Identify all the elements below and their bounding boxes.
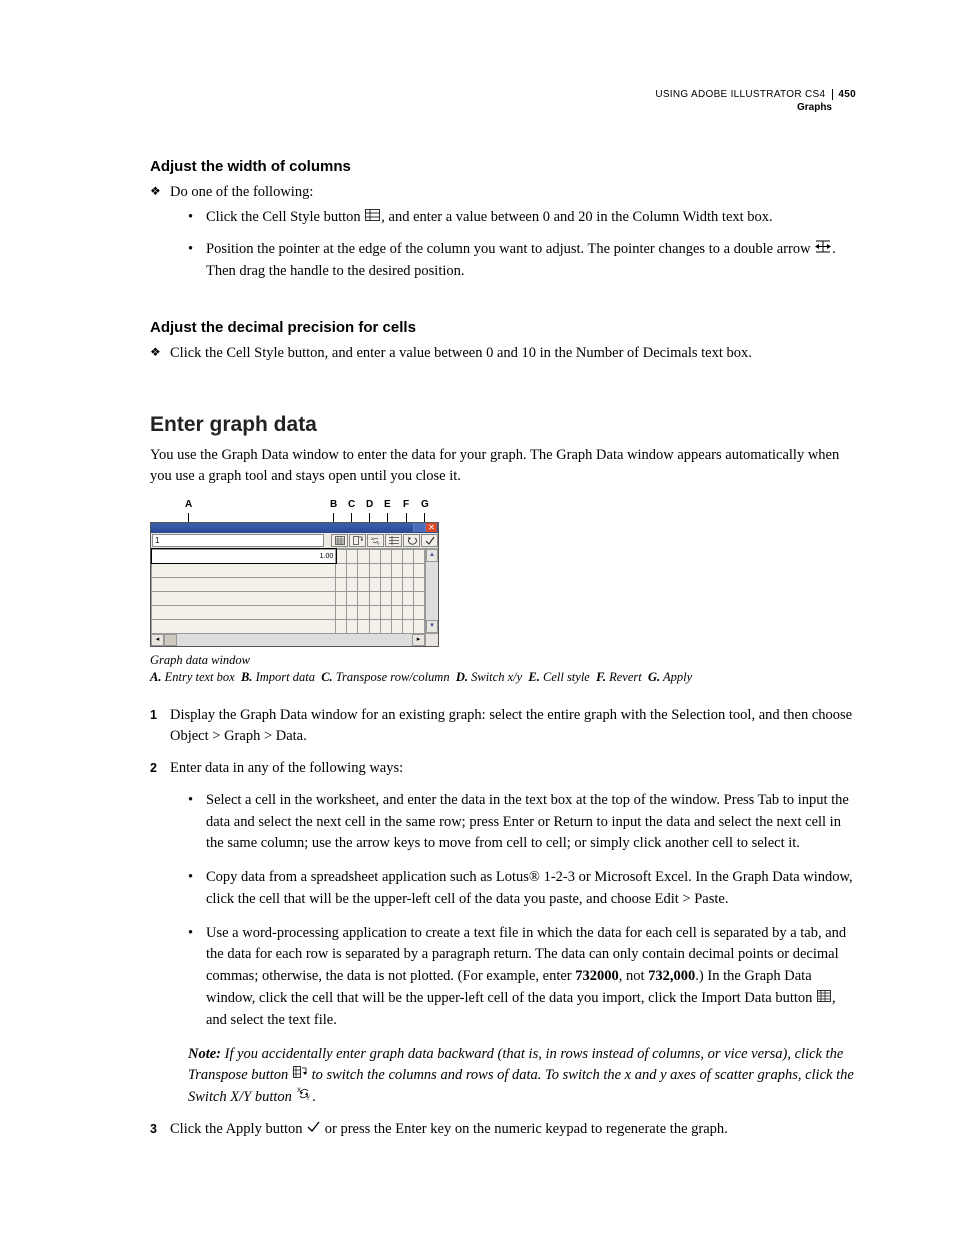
body-text: , and enter a value between 0 and 20 in … (381, 210, 772, 226)
heading-enter-graph-data: Enter graph data (150, 413, 856, 437)
step-item: 1 Display the Graph Data window for an e… (150, 705, 856, 749)
list-item: Use a word-processing application to cre… (188, 923, 856, 1032)
figure-legend: A. Entry text box B. Import data C. Tran… (150, 670, 856, 685)
callout-label: E (384, 499, 391, 510)
apply-button[interactable] (421, 534, 438, 547)
body-text: Select a cell in the worksheet, and ente… (206, 792, 849, 852)
body-text: Display the Graph Data window for an exi… (170, 707, 852, 745)
list-item: Do one of the following: Click the Cell … (150, 181, 856, 283)
body-text: Do one of the following: (170, 184, 313, 200)
minimize-button[interactable] (413, 523, 425, 532)
svg-text:X: X (371, 536, 374, 541)
body-text: , not (619, 968, 648, 984)
grid-cell-selected[interactable]: 1.00 (152, 549, 336, 563)
graph-data-window-figure: A B C D E F G ✕ (150, 499, 856, 685)
step-item: 3 Click the Apply button or press the En… (150, 1119, 856, 1141)
callout-label: B (330, 499, 337, 510)
legend-item: Revert (609, 670, 642, 684)
transpose-icon (293, 1065, 307, 1087)
body-text: Position the pointer at the edge of the … (206, 242, 814, 258)
list-item: Copy data from a spreadsheet application… (188, 867, 856, 911)
callout-label: G (421, 499, 429, 510)
window-titlebar: ✕ (151, 523, 438, 533)
cell-style-icon (365, 207, 380, 229)
legend-item: Apply (663, 670, 692, 684)
legend-item: Cell style (543, 670, 590, 684)
step-item: 2 Enter data in any of the following way… (150, 758, 856, 1109)
toolbar: 1 XY (151, 533, 438, 549)
example-number: 732,000 (648, 968, 695, 984)
cell-style-button[interactable] (385, 534, 402, 547)
note-label: Note: (188, 1046, 221, 1062)
list-item: Click the Cell Style button , and enter … (188, 207, 856, 229)
callout-label: F (403, 499, 409, 510)
page-number: 450 (832, 89, 856, 100)
body-text: Click the Apply button (170, 1121, 306, 1137)
import-data-button[interactable] (331, 534, 348, 547)
body-text: You use the Graph Data window to enter t… (150, 445, 856, 487)
heading-adjust-width: Adjust the width of columns (150, 158, 856, 175)
horizontal-scrollbar[interactable]: ◂ ▸ (151, 633, 438, 646)
legend-item: Switch x/y (471, 670, 522, 684)
callout-label: D (366, 499, 373, 510)
chapter-name: Graphs (655, 101, 832, 114)
close-button[interactable]: ✕ (425, 523, 437, 532)
body-text: Enter data in any of the following ways: (170, 760, 403, 776)
list-item: Select a cell in the worksheet, and ente… (188, 790, 856, 855)
import-data-icon (817, 988, 831, 1010)
body-text: Click the Cell Style button (206, 210, 364, 226)
list-item: Position the pointer at the edge of the … (188, 239, 856, 283)
document-page: USING ADOBE ILLUSTRATOR CS4 450 Graphs A… (0, 0, 954, 1235)
figure-caption: Graph data window (150, 653, 856, 668)
graph-data-window: ✕ 1 XY 1.00 (150, 522, 439, 647)
body-text: or press the Enter key on the numeric ke… (321, 1121, 728, 1137)
callout-label: A (185, 499, 192, 510)
apply-check-icon (307, 1119, 320, 1141)
body-text: Click the Cell Style button, and enter a… (170, 345, 752, 361)
transpose-button[interactable] (349, 534, 366, 547)
note-block: Note: If you accidentally enter graph da… (188, 1044, 856, 1110)
data-grid[interactable]: 1.00 (151, 549, 425, 633)
body-text: Copy data from a spreadsheet application… (206, 869, 853, 907)
entry-text-box[interactable]: 1 (152, 534, 324, 547)
switch-xy-icon: XY (297, 1087, 312, 1109)
double-arrow-icon (815, 239, 831, 261)
product-name: USING ADOBE ILLUSTRATOR CS4 (655, 89, 825, 100)
note-text: . (313, 1089, 317, 1105)
legend-item: Import data (256, 670, 315, 684)
switch-xy-button[interactable]: XY (367, 534, 384, 547)
example-number: 732000 (575, 968, 619, 984)
legend-item: Transpose row/column (336, 670, 450, 684)
list-item: Click the Cell Style button, and enter a… (150, 342, 856, 364)
callout-label: C (348, 499, 355, 510)
heading-decimal-precision: Adjust the decimal precision for cells (150, 319, 856, 336)
vertical-scrollbar[interactable]: ▴ ▾ (425, 549, 438, 633)
page-header: USING ADOBE ILLUSTRATOR CS4 450 Graphs (655, 88, 856, 114)
revert-button[interactable] (403, 534, 420, 547)
legend-item: Entry text box (165, 670, 235, 684)
